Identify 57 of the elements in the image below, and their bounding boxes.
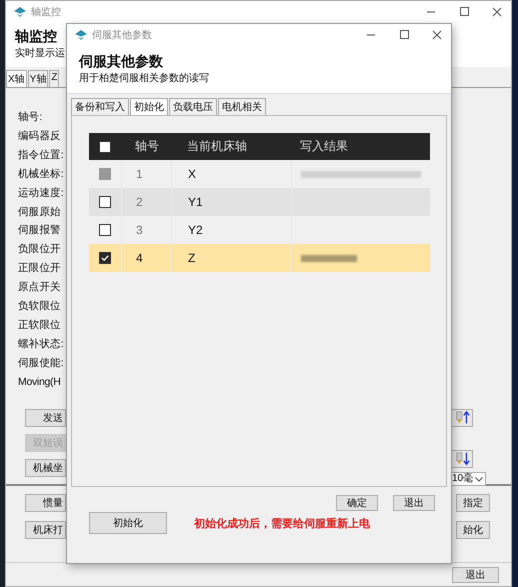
caret-icon: [475, 476, 485, 482]
tab[interactable]: 备份和写入: [71, 98, 129, 115]
button[interactable]: 退出: [393, 495, 435, 511]
field-label: 正限位开: [18, 261, 61, 276]
field-label: 轴号:: [18, 110, 42, 125]
dropdown-value: 10毫: [452, 473, 474, 485]
heading: 轴监控: [15, 27, 57, 45]
field-label: 编码器反: [18, 128, 61, 144]
table-cell: Z: [172, 244, 292, 272]
dropdown[interactable]: 10毫: [451, 472, 486, 486]
field-label: 指令位置:: [18, 148, 64, 163]
button[interactable]: 确定: [336, 495, 378, 511]
field-label: 伺服原始: [18, 204, 61, 220]
field-label: 负限位开: [18, 242, 61, 258]
subtitle: 用于柏楚伺服相关参数的读写: [79, 72, 209, 86]
init-button[interactable]: 初始化: [89, 512, 167, 534]
jog-button[interactable]: [451, 450, 473, 468]
exit-button[interactable]: 退出: [452, 567, 499, 583]
heading: 伺服其他参数: [79, 52, 163, 70]
jog-button[interactable]: [451, 409, 473, 427]
tab[interactable]: Y轴: [28, 70, 48, 87]
field-label: Moving(H: [18, 374, 61, 390]
checkbox[interactable]: [99, 224, 111, 236]
button[interactable]: 机床打: [25, 521, 66, 539]
tab[interactable]: 负载电压: [169, 98, 217, 115]
checkbox[interactable]: [99, 140, 111, 152]
window-title: 轴监控: [31, 6, 62, 19]
column-header: 轴号: [134, 138, 160, 155]
table-cell: 4: [122, 244, 172, 272]
warning-message: 初始化成功后，需要给伺服重新上电: [194, 516, 370, 530]
app-icon: [75, 30, 87, 40]
column-header: 当前机床轴: [186, 138, 248, 155]
field-label: 伺服使能:: [18, 356, 64, 371]
button[interactable]: 指定: [456, 494, 490, 512]
subtitle: 实时显示运: [15, 47, 65, 61]
window-title: 伺服其他参数: [92, 28, 153, 42]
field-label: 正软限位: [18, 318, 61, 333]
checkbox[interactable]: [99, 252, 111, 264]
field-label: 原点开关: [18, 280, 61, 296]
button[interactable]: 机械坐: [25, 458, 66, 477]
field-label: 运动速度:: [18, 186, 64, 201]
field-label: 负软限位: [18, 299, 61, 314]
field-label: 螺补状态:: [18, 336, 64, 352]
table-row[interactable]: 2 Y1: [89, 188, 430, 216]
column-header: 写入结果: [299, 138, 349, 155]
checkbox[interactable]: [99, 196, 111, 208]
button[interactable]: 惯量: [25, 494, 66, 512]
field-label: 伺服报警: [18, 223, 61, 238]
tab[interactable]: 电机相关: [218, 98, 266, 115]
tab[interactable]: Z: [49, 70, 60, 87]
tab[interactable]: X轴: [6, 70, 27, 87]
field-label: 机械坐标:: [18, 166, 64, 182]
tab[interactable]: 初始化: [130, 98, 168, 115]
button[interactable]: 发送: [25, 408, 66, 427]
button[interactable]: 始化: [456, 521, 490, 539]
app-icon: [14, 7, 26, 17]
table-row[interactable]: 4 Z: [89, 244, 430, 272]
